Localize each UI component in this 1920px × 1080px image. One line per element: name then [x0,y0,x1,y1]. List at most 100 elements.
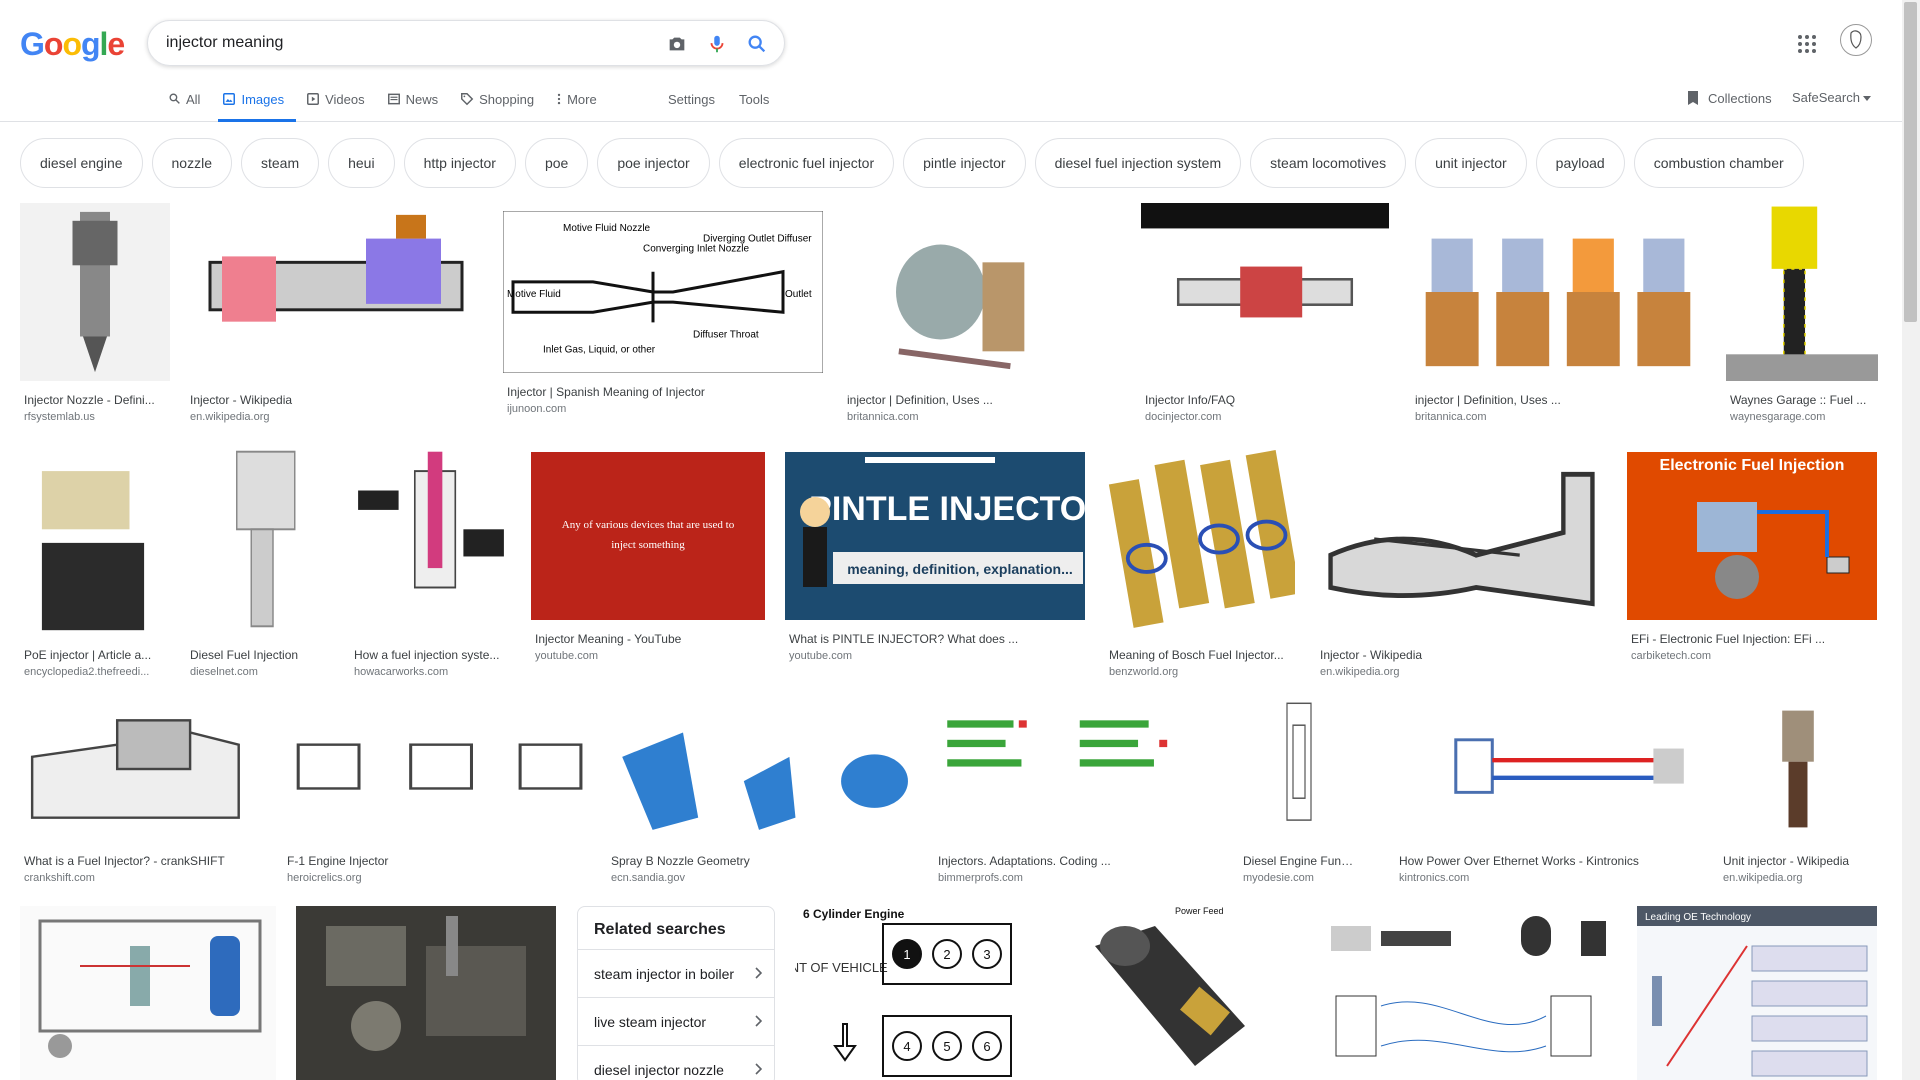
related-search-item[interactable]: diesel injector nozzle [578,1045,774,1080]
thumbnail [1105,442,1295,636]
scrollbar-thumb[interactable] [1904,2,1917,322]
search-input[interactable] [166,31,636,55]
image-result[interactable]: Electronic Fuel Injection EFi - Electroni… [1627,452,1877,666]
image-result[interactable]: Meaning of Bosch Fuel Injector... benzwor… [1105,442,1295,682]
result-caption[interactable]: How Power Over Ethernet Works - Kintroni… [1399,854,1699,868]
chip-steam-locomotives[interactable]: steam locomotives [1250,138,1407,188]
thumbnail: PINTLE INJECTOR meaning, definition, expl… [785,452,1085,620]
image-result-oe-technology[interactable]: Leading OE Technology [1637,906,1877,1080]
image-result[interactable]: What is a Fuel Injector? - crankSHIFT cra… [20,696,263,888]
settings-link[interactable]: Settings [668,92,715,107]
svg-text:Motive Fluid Nozzle: Motive Fluid Nozzle [563,223,651,234]
microphone-icon[interactable] [705,32,729,56]
result-caption[interactable]: Injectors. Adaptations. Coding ... [938,854,1199,868]
result-caption[interactable]: F-1 Engine Injector [287,854,587,868]
image-result[interactable]: Injector Info/FAQ docinjector.com [1141,203,1389,427]
image-result[interactable]: Any of various devices that are used to i… [531,452,765,666]
image-result[interactable]: How a fuel injection syste... howacarwork… [350,442,512,682]
result-source: waynesgarage.com [1730,411,1826,423]
related-search-item[interactable]: live steam injector [578,997,774,1045]
image-result[interactable]: Diesel Fuel Injection dieselnet.com [186,442,331,682]
chip-diesel-engine[interactable]: diesel engine [20,138,143,188]
image-result[interactable]: PoE injector | Article a... encyclopedia2… [20,442,166,682]
result-caption[interactable]: injector | Definition, Uses ... [847,393,1122,407]
image-result[interactable]: Injector - Wikipedia en.wikipedia.org [186,203,486,427]
image-result[interactable]: Injector Nozzle - Defini... rfsystemlab.u… [20,203,170,427]
cylinder-number: 4 [903,1039,910,1054]
safesearch-dropdown[interactable]: SafeSearch [1792,90,1872,105]
chip-http-injector[interactable]: http injector [403,138,516,188]
chip-electronic-fuel-injector[interactable]: electronic fuel injector [718,138,895,188]
chip-poe-injector[interactable]: poe injector [597,138,710,188]
image-result[interactable]: Waynes Garage :: Fuel ...waynesgarage.co… [1726,203,1878,427]
result-source: britannica.com [847,411,919,423]
chip-combustion-chamber[interactable]: combustion chamber [1633,138,1804,188]
image-result[interactable]: injector | Definition, Uses ... britannic… [843,203,1122,427]
result-caption[interactable]: Spray B Nozzle Geometry [611,854,911,868]
result-caption[interactable]: Injector Nozzle - Defini... [24,393,170,407]
image-result[interactable]: Spray B Nozzle Geometry ecn.sandia.gov [607,696,911,888]
image-result[interactable]: How Power Over Ethernet Works - Kintroni… [1395,696,1699,888]
image-result-engine-photo[interactable] [296,906,556,1080]
result-caption[interactable]: How a fuel injection syste... [354,648,512,662]
image-result-automotive-fuel-injector[interactable]: Power Feed [1055,906,1301,1080]
apps-grid-icon[interactable] [1795,32,1819,56]
image-result[interactable]: PINTLE INJECTOR meaning, definition, expl… [785,452,1085,666]
tab-all[interactable]: All [164,84,212,122]
tab-videos[interactable]: Videos [302,84,377,122]
chip-nozzle[interactable]: nozzle [151,138,232,188]
chip-unit-injector[interactable]: unit injector [1415,138,1527,188]
google-logo[interactable]: Google [20,26,125,63]
result-source: encyclopedia2.thefreedi... [24,666,150,678]
image-result[interactable]: Motive Fluid Nozzle Converging Inlet Nozz… [503,211,823,419]
tab-more[interactable]: More [552,84,609,122]
image-result-poe-network-diagram[interactable] [1321,906,1617,1080]
result-caption[interactable]: Injector - Wikipedia [1320,648,1607,662]
logo-letter: o [43,26,64,62]
result-caption[interactable]: EFi - Electronic Fuel Injection: EFi ... [1631,632,1877,646]
related-searches-panel: Related searches steam injector in boile… [577,906,775,1080]
account-avatar[interactable] [1840,24,1872,56]
chip-pintle-injector[interactable]: pintle injector [903,138,1026,188]
image-result[interactable]: F-1 Engine Injector heroicrelics.org [283,696,587,888]
header-bar: Google All Images Videos News Shopping More S… [0,0,1920,122]
image-result[interactable]: Injectors. Adaptations. Coding ... bimmer… [934,696,1199,888]
image-result-water-pump[interactable] [20,906,276,1080]
result-caption[interactable]: Injector Meaning - YouTube [535,632,765,646]
result-caption[interactable]: Waynes Garage :: Fuel ... [1730,393,1878,407]
chip-heui[interactable]: heui [328,138,395,188]
image-result[interactable]: Injector - Wikipedia en.wikipedia.org [1316,442,1607,682]
collections-link[interactable]: Collections [1686,90,1772,106]
result-caption[interactable]: Diesel Fuel Injection [190,648,331,662]
chip-steam[interactable]: steam [240,138,320,188]
search-icon [168,92,181,105]
image-result[interactable]: Unit injector - Wikipedia en.wikipedia.or… [1719,696,1877,888]
cylinder-number: 3 [983,947,990,962]
chip-payload[interactable]: payload [1535,138,1625,188]
related-search-item[interactable]: steam injector in boiler [578,949,774,997]
search-submit-icon[interactable] [745,32,769,56]
result-caption[interactable]: Injector | Spanish Meaning of Injector [507,385,823,399]
result-caption[interactable]: Unit injector - Wikipedia [1723,854,1877,868]
result-source: docinjector.com [1145,411,1222,423]
tab-images[interactable]: Images [218,84,296,122]
tab-news[interactable]: News [383,84,451,122]
result-source: myodesie.com [1243,872,1314,884]
svg-text:inject something: inject something [611,539,685,551]
camera-icon[interactable] [665,32,689,56]
chip-poe[interactable]: poe [524,138,589,188]
tools-link[interactable]: Tools [739,92,769,107]
result-caption[interactable]: injector | Definition, Uses ... [1415,393,1705,407]
result-caption[interactable]: PoE injector | Article a... [24,648,166,662]
image-result-6-cylinder-engine[interactable]: 6 Cylinder Engine FRONT OF VEHICLE 1 2 3 4 5… [795,906,1035,1080]
result-caption[interactable]: What is PINTLE INJECTOR? What does ... [789,632,1085,646]
result-caption[interactable]: Injector Info/FAQ [1145,393,1389,407]
result-caption[interactable]: What is a Fuel Injector? - crankSHIFT [24,854,263,868]
image-result[interactable]: injector | Definition, Uses ... britannic… [1411,203,1705,427]
chip-diesel-fuel-injection-system[interactable]: diesel fuel injection system [1034,138,1242,188]
result-caption[interactable]: Meaning of Bosch Fuel Injector... [1109,648,1295,662]
result-caption[interactable]: Diesel Engine Fundame... [1243,854,1359,868]
result-caption[interactable]: Injector - Wikipedia [190,393,486,407]
tab-shopping[interactable]: Shopping [456,84,546,122]
image-result[interactable]: Diesel Engine Fundame... myodesie.com [1239,696,1359,888]
